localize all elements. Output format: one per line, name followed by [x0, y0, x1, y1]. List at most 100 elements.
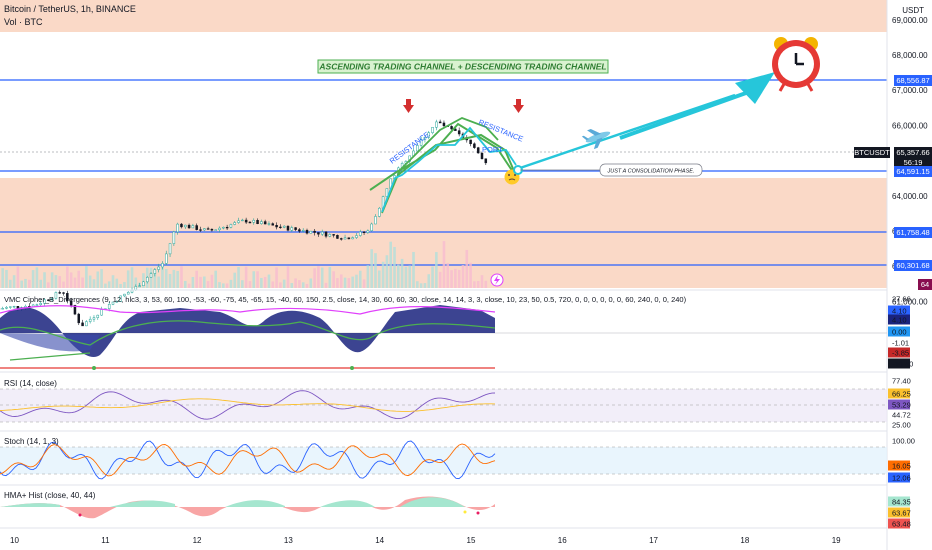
volume-bar [73, 277, 77, 288]
volume-bar [206, 281, 210, 288]
time-tick-label: 16 [558, 536, 567, 545]
candle-body [374, 216, 377, 225]
volume-bar [476, 281, 480, 288]
volume-bar [183, 280, 187, 288]
candle-body [92, 317, 96, 320]
volume-bar [290, 283, 294, 288]
volume-bar [336, 278, 339, 288]
volume-bar [199, 276, 202, 288]
candle-body [149, 273, 153, 278]
candle-body [218, 227, 221, 230]
volume-bar [130, 267, 134, 288]
time-tick-label: 13 [284, 536, 293, 545]
volume-bar [229, 279, 233, 288]
hma-title[interactable]: HMA+ Hist (close, 40, 44) [4, 491, 95, 500]
volume-bar [176, 271, 179, 288]
volume-bar [119, 283, 122, 288]
target-projection-line [519, 93, 736, 170]
price-tick-label: 69,000.00 [892, 16, 928, 25]
volume-bar [450, 270, 453, 288]
volume-bar [294, 278, 297, 288]
candle-body [107, 304, 111, 309]
volume-bar [123, 282, 126, 288]
candle-body [290, 227, 294, 231]
candle-body [184, 224, 187, 228]
volume-bar [416, 281, 419, 288]
volume-bar [431, 266, 434, 288]
volume-bar [161, 267, 164, 288]
candle-body [35, 304, 39, 306]
candle-body [301, 229, 305, 232]
candle-body [339, 238, 343, 240]
time-axis[interactable]: 10 11 12 13 14 15 16 17 18 19 [10, 536, 841, 545]
time-tick-label: 14 [375, 536, 384, 545]
candle-body [214, 229, 217, 231]
candle-body [180, 223, 183, 228]
indicator-tick-label: 27.66 [892, 295, 911, 304]
candle-body [313, 230, 316, 233]
candle-body [81, 322, 84, 327]
volume-bar [358, 270, 362, 288]
volume-bar [381, 261, 385, 288]
candle-body [77, 313, 81, 324]
candle-body [286, 225, 290, 231]
candle-body [210, 228, 214, 231]
volume-bar [366, 265, 370, 288]
volume-bar [202, 276, 206, 288]
time-tick-label: 19 [832, 536, 841, 545]
stoch-pane [0, 440, 887, 480]
candle-body [199, 229, 202, 231]
volume-bar [419, 283, 423, 288]
candle-body [172, 231, 176, 244]
candle-body [248, 221, 252, 224]
volume-bar [222, 283, 225, 288]
volume-bar [320, 267, 324, 288]
candle-body [252, 220, 255, 223]
volume-bar [214, 270, 218, 288]
lightning-icon[interactable] [490, 273, 504, 287]
volume-bar [43, 272, 46, 288]
rsi-title[interactable]: RSI (14, close) [4, 379, 57, 388]
candle-body [85, 321, 88, 327]
candle-body [378, 207, 381, 217]
volume-bar [100, 269, 103, 288]
volume-bar [39, 279, 43, 288]
stoch-title[interactable]: Stoch (14, 1, 3) [4, 437, 59, 446]
volume-bar [115, 278, 119, 288]
price-tick-label: 67,000.00 [892, 86, 928, 95]
candle-body [305, 229, 309, 234]
candle-body [355, 235, 358, 238]
candle-body [294, 227, 297, 230]
candle-body [343, 237, 347, 240]
volume-bar [66, 266, 69, 288]
candle-body [256, 220, 259, 224]
volume-bar [210, 274, 214, 288]
volume-bar [427, 274, 431, 288]
vmc-title[interactable]: VMC Cipher_B_Divergences (9, 12, hlc3, 3… [4, 295, 686, 304]
candle-body [134, 286, 138, 291]
price-tick-label: 68,000.00 [892, 51, 928, 60]
candle-body [260, 221, 263, 224]
candle-body [237, 220, 240, 223]
channel-banner-text: ASCENDING TRADING CHANNEL + DESCENDING T… [318, 62, 606, 72]
candle-body [12, 306, 16, 308]
volume-bar [271, 281, 275, 288]
volume-bar [267, 274, 271, 288]
trading-chart[interactable]: ASCENDING TRADING CHANNEL + DESCENDING T… [0, 0, 932, 550]
volume-bar [385, 255, 389, 288]
volume-bar [400, 258, 404, 288]
volume-bar [20, 280, 23, 288]
currency-label[interactable]: USDT [902, 6, 924, 15]
volume-bar [423, 283, 427, 288]
price-tag-68556: 68,556.87 [894, 75, 932, 86]
volume-bar [412, 251, 415, 288]
candle-body [309, 230, 313, 234]
candle-body [191, 225, 195, 229]
candle-body [328, 234, 332, 237]
volume-bar [332, 271, 335, 288]
volume-bar [286, 266, 290, 288]
volume-bar [8, 279, 12, 288]
volume-bar [275, 267, 278, 288]
candle-body [484, 158, 488, 164]
volume-bar [435, 252, 438, 288]
